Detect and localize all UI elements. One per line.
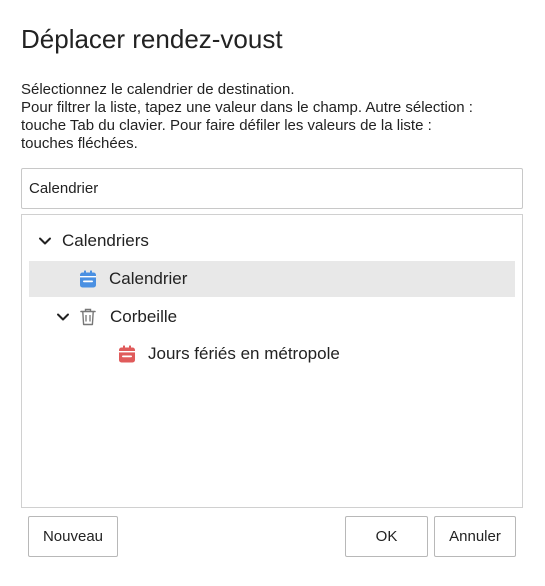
tree-node-jours-feries[interactable]: Jours fériés en métropole xyxy=(117,336,340,372)
trash-icon xyxy=(78,307,98,327)
calendar-tree[interactable]: Calendriers Calendrier Corbeille Jours f… xyxy=(21,214,523,508)
instructions-line: Sélectionnez le calendrier de destinatio… xyxy=(21,81,295,98)
new-button[interactable]: Nouveau xyxy=(28,516,118,557)
instructions-line: touches fléchées. xyxy=(21,135,138,152)
tree-node-label: Calendrier xyxy=(109,269,188,288)
filter-input[interactable] xyxy=(21,168,523,209)
calendar-icon xyxy=(78,269,98,289)
chevron-down-icon[interactable] xyxy=(36,232,54,250)
tree-node-label: Corbeille xyxy=(110,307,178,326)
instructions-text: Sélectionnez le calendrier de destinatio… xyxy=(21,81,531,153)
ok-button[interactable]: OK xyxy=(345,516,428,557)
instructions-line: Pour filtrer la liste, tapez une valeur … xyxy=(21,99,473,116)
calendar-icon xyxy=(117,344,137,364)
tree-node-corbeille[interactable]: Corbeille xyxy=(54,299,177,335)
tree-node-label: Jours fériés en métropole xyxy=(148,344,340,363)
cancel-button[interactable]: Annuler xyxy=(434,516,516,557)
tree-node-calendrier[interactable]: Calendrier xyxy=(29,261,515,297)
tree-node-label: Calendriers xyxy=(62,231,149,250)
move-appointment-dialog: Déplacer rendez-voust Sélectionnez le ca… xyxy=(0,0,545,586)
tree-node-calendriers[interactable]: Calendriers xyxy=(36,223,149,259)
dialog-title: Déplacer rendez-voust xyxy=(21,24,283,54)
chevron-down-icon[interactable] xyxy=(54,308,72,326)
instructions-line: touche Tab du clavier. Pour faire défile… xyxy=(21,117,432,134)
